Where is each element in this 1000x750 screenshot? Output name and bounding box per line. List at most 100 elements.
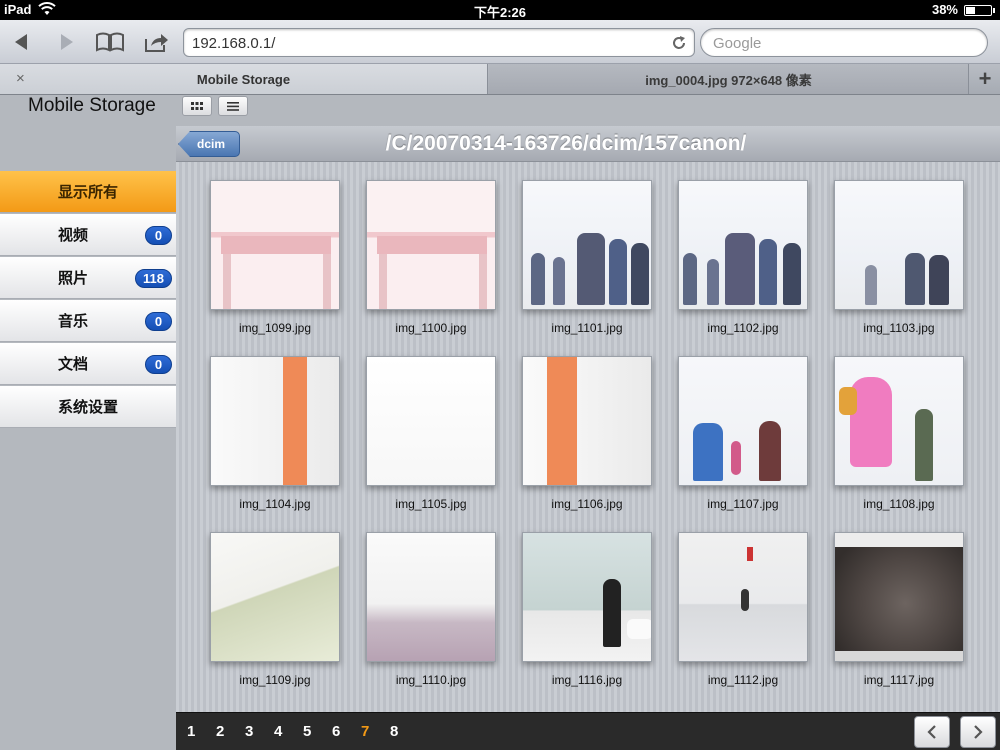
bookmarks-book-icon (96, 32, 124, 52)
photo-thumbnail[interactable] (678, 356, 808, 486)
thumbnail-item[interactable]: img_1101.jpg (522, 180, 654, 340)
thumbnail-item[interactable]: img_1112.jpg (678, 532, 810, 692)
thumbnail-item[interactable]: img_1116.jpg (522, 532, 654, 692)
file-name: img_1099.jpg (238, 321, 312, 335)
sidebar-item-documents[interactable]: 文档 0 (0, 343, 176, 385)
chevron-right-icon (974, 725, 983, 739)
page-link[interactable]: 8 (390, 723, 398, 740)
previous-page-button[interactable] (914, 716, 950, 748)
thumbnail-item[interactable]: img_1109.jpg (210, 532, 342, 692)
file-name: img_1106.jpg (551, 497, 623, 511)
photo-thumbnail[interactable] (210, 532, 340, 662)
thumbnail-item[interactable]: img_1117.jpg (834, 532, 966, 692)
photo-thumbnail[interactable] (366, 356, 496, 486)
photo-thumbnail[interactable] (834, 532, 964, 662)
photo-thumbnail[interactable] (522, 356, 652, 486)
tab-mobile-storage[interactable]: × Mobile Storage (0, 64, 488, 94)
bookmarks-button[interactable] (94, 26, 126, 58)
file-name: img_1109.jpg (239, 673, 311, 687)
page-link[interactable]: 5 (303, 723, 311, 740)
sidebar-item-photos[interactable]: 照片 118 (0, 257, 176, 299)
file-name: img_1103.jpg (863, 321, 935, 335)
thumbnail-item[interactable]: img_1106.jpg (522, 356, 654, 516)
count-badge: 0 (145, 355, 172, 374)
sidebar-item-music[interactable]: 音乐 0 (0, 300, 176, 342)
thumbnail-item[interactable]: img_1104.jpg (210, 356, 342, 516)
thumbnail-item[interactable]: img_1107.jpg (678, 356, 810, 516)
url-input[interactable] (192, 33, 662, 53)
sidebar-item-label: 文档 (57, 356, 88, 373)
sidebar-item-video[interactable]: 视频 0 (0, 214, 176, 256)
back-arrow-icon (15, 34, 27, 50)
search-bar[interactable] (700, 28, 988, 57)
battery-percentage: 38% (931, 2, 958, 17)
new-tab-button[interactable]: + (970, 64, 1000, 94)
reload-icon[interactable] (670, 34, 688, 52)
photo-thumbnail[interactable] (522, 532, 652, 662)
thumbnail-item[interactable]: img_1105.jpg (366, 356, 498, 516)
photo-thumbnail[interactable] (210, 180, 340, 310)
grid-view-icon (191, 102, 203, 110)
sidebar-item-label: 显示所有 (57, 184, 118, 201)
next-page-button[interactable] (960, 716, 996, 748)
thumbnail-item[interactable]: img_1102.jpg (678, 180, 810, 340)
thumbnail-item[interactable]: img_1108.jpg (834, 356, 966, 516)
tab-label: Mobile Storage (196, 71, 291, 87)
page-link[interactable]: 2 (216, 723, 224, 740)
file-name: img_1108.jpg (863, 497, 935, 511)
pagination-bar: 1 2 3 4 5 6 7 8 (176, 712, 1000, 750)
clock: 下午2:26 (473, 5, 527, 20)
photo-thumbnail[interactable] (834, 356, 964, 486)
file-name: img_1105.jpg (395, 497, 467, 511)
photo-thumbnail[interactable] (678, 532, 808, 662)
photo-thumbnail[interactable] (834, 180, 964, 310)
page-link[interactable]: 4 (274, 723, 282, 740)
folder-path: /C/20070314-163726/dcim/157canon/ (385, 132, 747, 155)
count-badge: 0 (145, 226, 172, 245)
back-button[interactable] (6, 26, 38, 58)
list-view-icon (227, 101, 239, 111)
page-link[interactable]: 6 (332, 723, 340, 740)
device-name: iPad (4, 2, 32, 17)
close-tab-icon[interactable]: × (16, 70, 25, 87)
page-link-current[interactable]: 7 (361, 723, 369, 740)
photo-thumbnail[interactable] (678, 180, 808, 310)
grid-view-button[interactable] (182, 96, 212, 116)
photo-thumbnail[interactable] (366, 180, 496, 310)
file-name: img_1116.jpg (551, 673, 623, 687)
tab-bar: × Mobile Storage img_0004.jpg 972×648 像素… (0, 64, 1000, 95)
forward-arrow-icon (61, 34, 73, 50)
photo-thumbnail[interactable] (210, 356, 340, 486)
thumbnail-item[interactable]: img_1100.jpg (366, 180, 498, 340)
tab-image[interactable]: img_0004.jpg 972×648 像素 (489, 64, 969, 94)
sidebar-item-show-all[interactable]: 显示所有 (0, 171, 176, 213)
chevron-left-icon (927, 725, 936, 739)
search-input[interactable] (713, 33, 973, 53)
photo-thumbnail[interactable] (366, 532, 496, 662)
forward-button[interactable] (50, 26, 82, 58)
photo-thumbnail[interactable] (522, 180, 652, 310)
thumbnail-item[interactable]: img_1103.jpg (834, 180, 966, 340)
list-view-button[interactable] (218, 96, 248, 116)
sidebar-item-settings[interactable]: 系统设置 (0, 386, 176, 428)
share-button[interactable] (140, 26, 172, 58)
thumbnail-item[interactable]: img_1110.jpg (366, 532, 498, 692)
thumbnail-item[interactable]: img_1099.jpg (210, 180, 342, 340)
page-link[interactable]: 3 (245, 723, 253, 740)
app-title: Mobile Storage (28, 95, 156, 116)
file-name: img_1100.jpg (395, 321, 467, 335)
web-page: Mobile Storage 显示所有 视频 0 照片 118 音乐 0 文档 … (0, 95, 1000, 750)
file-browser: dcim /C/20070314-163726/dcim/157canon/ i… (176, 126, 1000, 713)
file-name: img_1101.jpg (551, 321, 623, 335)
path-bar: dcim /C/20070314-163726/dcim/157canon/ (176, 126, 1000, 162)
status-bar: iPad 下午2:26 38% (0, 0, 1000, 20)
sidebar-item-label: 系统设置 (57, 399, 118, 416)
sidebar: 显示所有 视频 0 照片 118 音乐 0 文档 0 系统设置 (0, 171, 176, 429)
file-name: img_1117.jpg (863, 673, 935, 687)
page-link[interactable]: 1 (187, 723, 195, 740)
battery-icon (964, 5, 995, 16)
file-name: img_1104.jpg (239, 497, 311, 511)
folder-back-button[interactable]: dcim (178, 131, 241, 157)
sidebar-item-label: 视频 (57, 227, 88, 244)
address-bar[interactable] (183, 28, 695, 57)
